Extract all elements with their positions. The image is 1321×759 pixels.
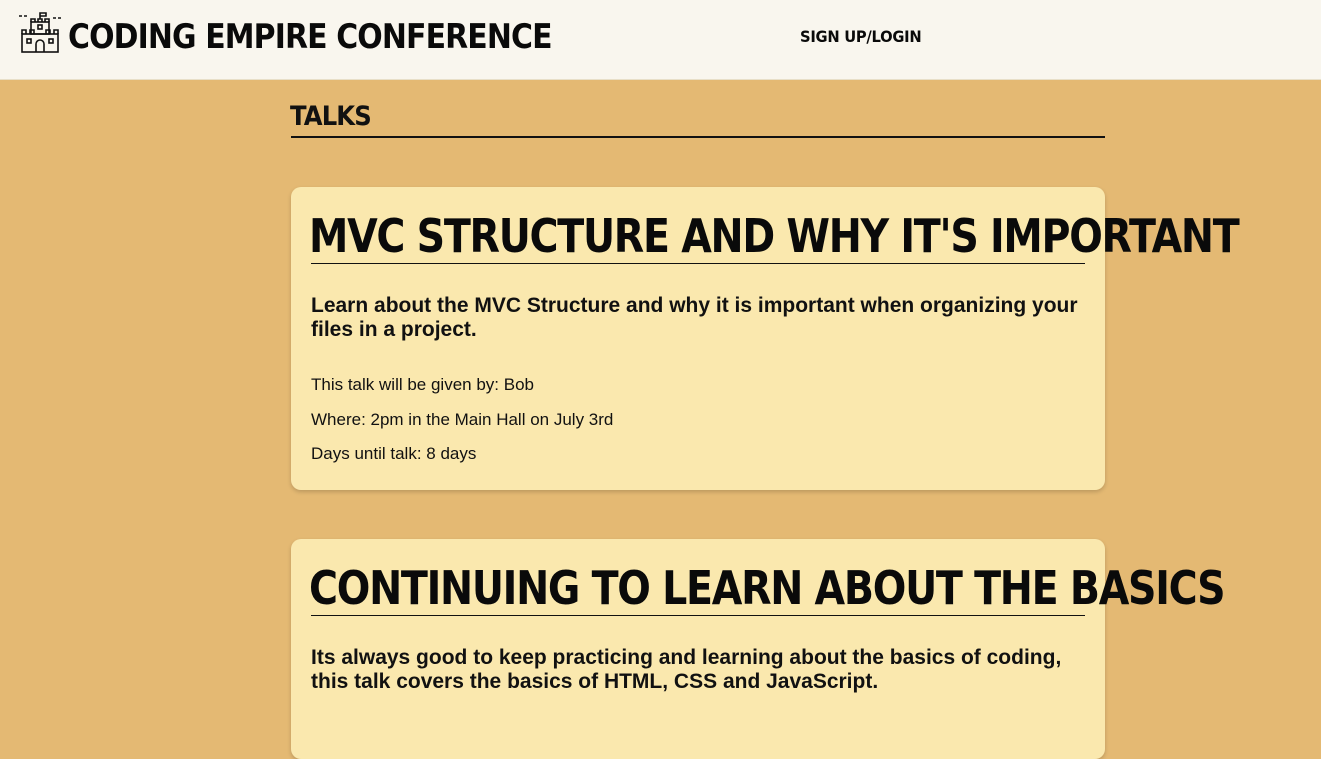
talk-description: Its always good to keep practicing and l… [311,646,1062,693]
talk-title-divider [311,615,1085,616]
title-divider [291,136,1105,138]
talk-title-divider [311,263,1085,264]
site-header: CODING EMPIRE CONFERENCE SIGN UP/LOGIN [0,0,1321,80]
talk-countdown: Days until talk: 8 days [311,444,477,463]
talk-card: CONTINUING TO LEARN ABOUT THE BASICS Its… [291,539,1226,759]
page-title: TALKS [290,101,372,132]
talk-title: MVC STRUCTURE AND WHY IT'S IMPORTANT [309,209,1240,263]
talk-location: Where: 2pm in the Main Hall on July 3rd [311,410,614,429]
talk-speaker: This talk will be given by: Bob [311,375,534,394]
talk-description: Learn about the MVC Structure and why it… [311,294,1078,341]
site-title[interactable]: CODING EMPIRE CONFERENCE [68,14,553,60]
signup-login-link[interactable]: SIGN UP/LOGIN [800,26,922,48]
castle-icon[interactable] [18,12,62,54]
talk-card: MVC STRUCTURE AND WHY IT'S IMPORTANT Lea… [291,187,1240,490]
talk-title: CONTINUING TO LEARN ABOUT THE BASICS [309,561,1226,615]
